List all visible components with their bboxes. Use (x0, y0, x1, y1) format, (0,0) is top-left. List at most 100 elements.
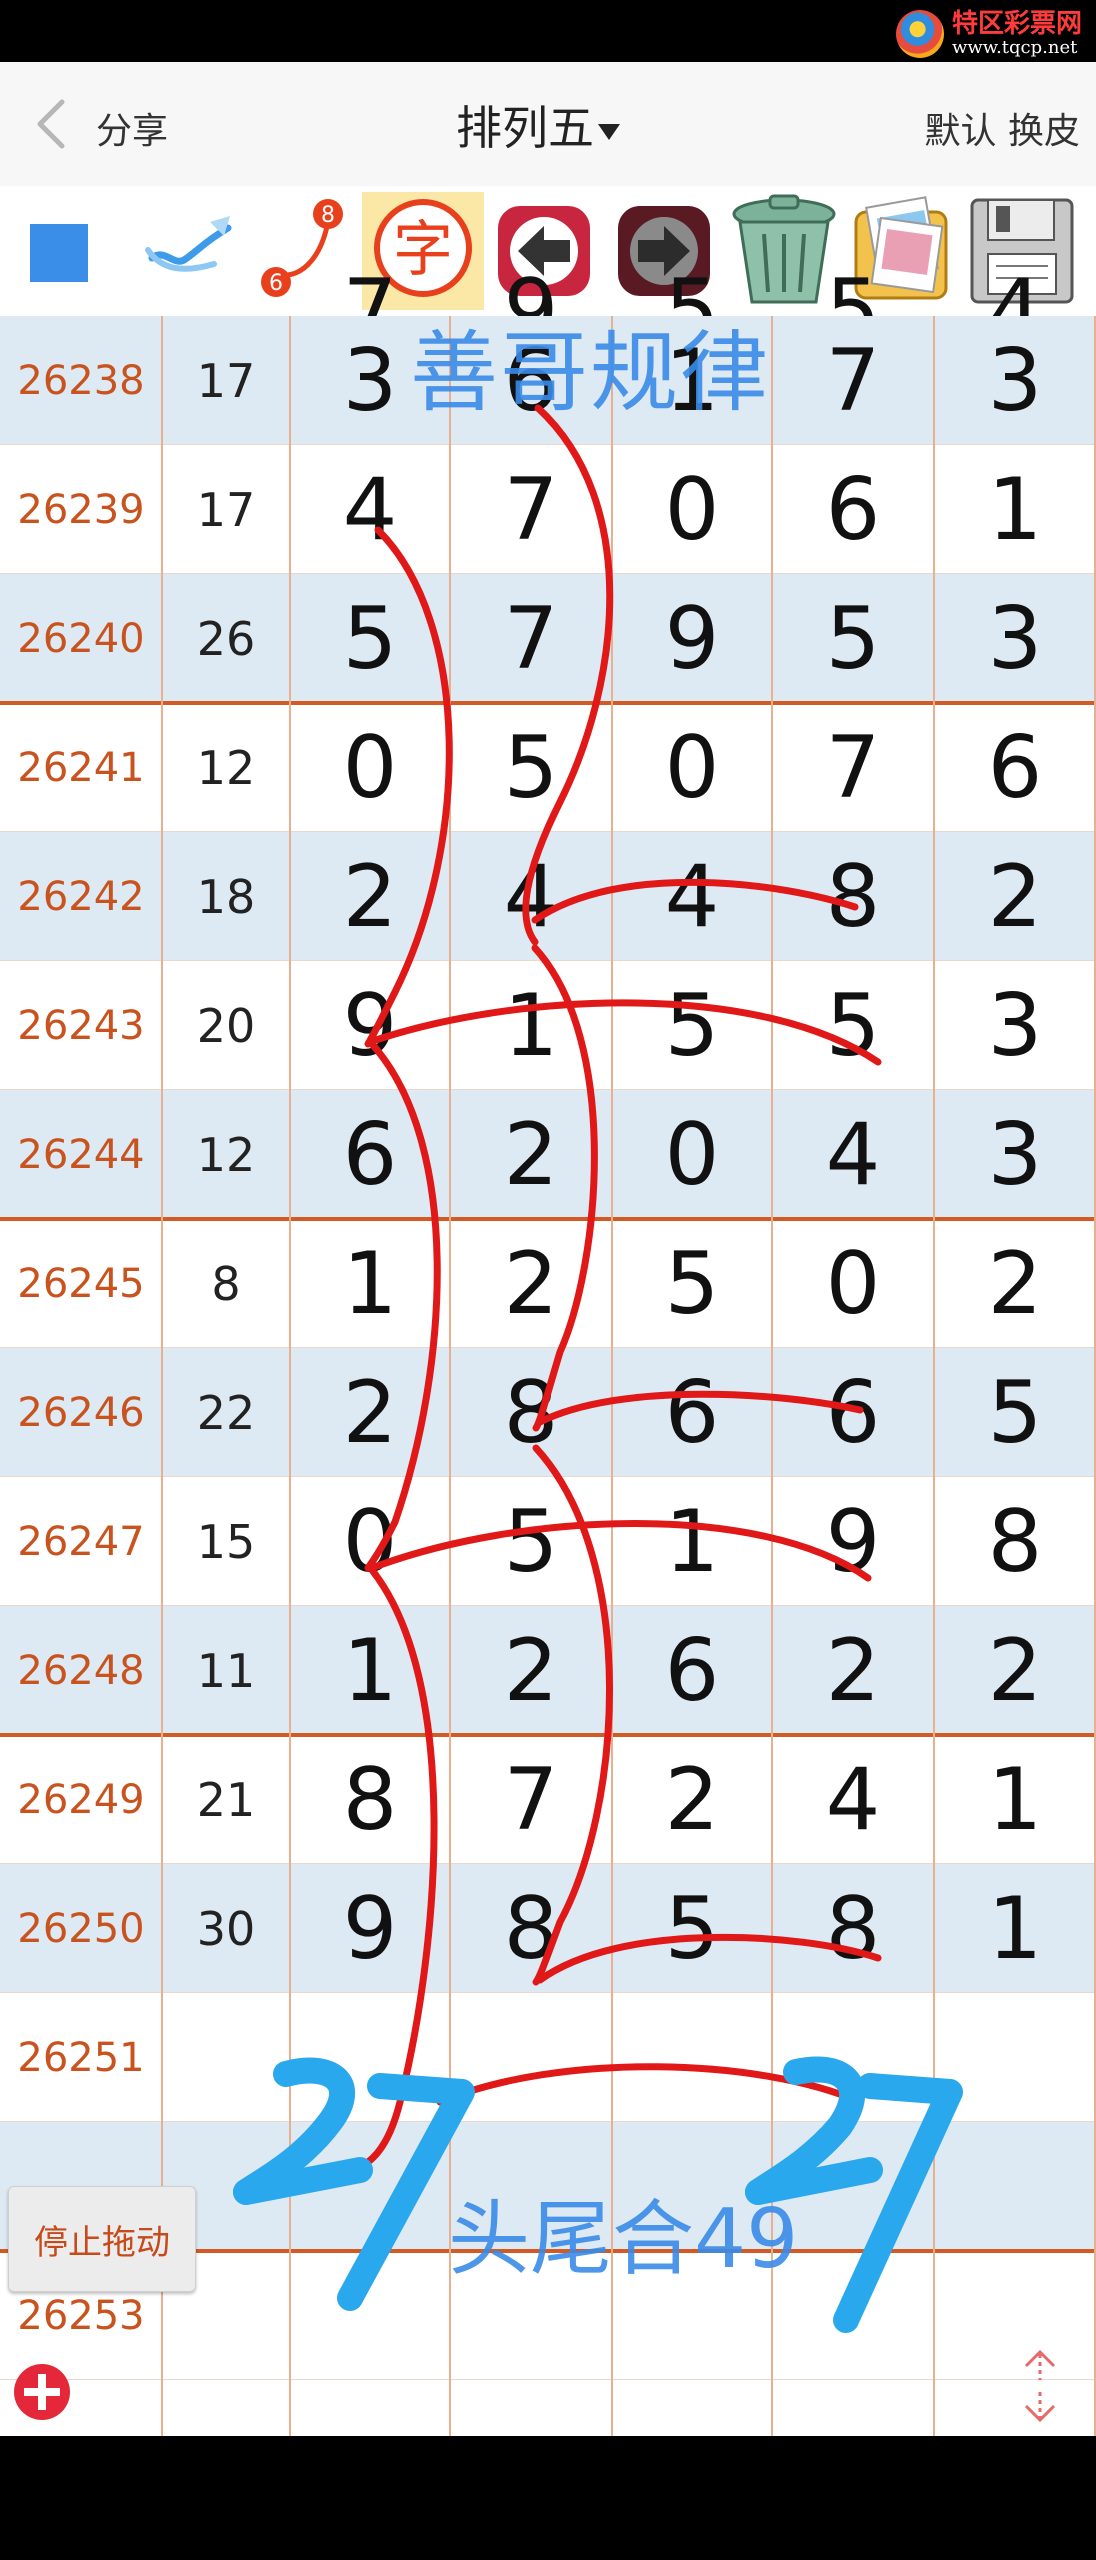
annotation-top-text: 善哥规律 (410, 321, 771, 424)
draw-digit-4: 5 (825, 588, 881, 689)
digit-sum: 8 (211, 1256, 241, 1311)
issue-number: 26242 (17, 873, 145, 920)
column-divider (289, 316, 291, 2436)
draw-digit-3: 4 (664, 846, 720, 947)
table-row: 26246 22 2 8 6 6 5 (0, 1348, 1096, 1477)
digit-sum: 22 (196, 1385, 256, 1440)
bottom-black-bar (0, 2436, 1096, 2560)
digit-sum: 30 (196, 1901, 256, 1956)
draw-digit-4: 2 (825, 1620, 881, 1721)
draw-digit-3: 0 (664, 717, 720, 818)
issue-number: 26249 (17, 1776, 145, 1823)
table-row: 26242 18 2 4 4 8 2 (0, 832, 1096, 961)
digit-sum: 12 (196, 740, 256, 795)
draw-digit-2: 7 (503, 588, 559, 689)
table-row: 26251 (0, 1993, 1096, 2122)
issue-number: 26240 (17, 615, 145, 662)
draw-digit-2 (450, 1993, 612, 2122)
draw-digit-3: 0 (664, 459, 720, 560)
draw-digit-5 (934, 1993, 1096, 2122)
draw-digit-1: 0 (342, 1491, 398, 1592)
draw-digit-5 (934, 2122, 1096, 2251)
draw-digit-2: 8 (503, 1362, 559, 1463)
draw-digit-5: 2 (987, 1620, 1043, 1721)
draw-digit-2: 2 (503, 1620, 559, 1721)
digit-sum: 17 (196, 353, 256, 408)
draw-digit-2: 1 (503, 975, 559, 1076)
draw-digit-5: 8 (987, 1491, 1043, 1592)
draw-digit-3: 5 (664, 1878, 720, 1979)
draw-digit-4: 4 (825, 1104, 881, 1205)
draw-digit-4: 8 (825, 846, 881, 947)
draw-digit-5: 1 (987, 1749, 1043, 1850)
draw-digit-5: 1 (987, 1878, 1043, 1979)
annotation-bottom-text: 头尾合49 (448, 2192, 799, 2287)
draw-digit-1: 2 (342, 1362, 398, 1463)
column-divider (771, 316, 773, 2436)
draw-digit-2: 5 (503, 717, 559, 818)
stop-drag-button[interactable]: 停止拖动 (8, 2186, 196, 2292)
digit-sum: 15 (196, 1514, 256, 1569)
watermark-logo-icon (895, 10, 944, 58)
issue-number: 26241 (17, 744, 145, 791)
table-row: 26245 8 1 2 5 0 2 (0, 1219, 1096, 1348)
draw-digit-4: 7 (825, 330, 881, 431)
digit-sum: 26 (196, 611, 256, 666)
column-divider (161, 316, 163, 2436)
back-chevron-icon[interactable] (32, 98, 72, 150)
table-row: 26248 11 1 2 6 2 2 (0, 1606, 1096, 1735)
issue-number: 26244 (17, 1131, 145, 1178)
draw-digit-3: 2 (664, 1749, 720, 1850)
digit-sum: 21 (196, 1772, 256, 1827)
issue-number: 26243 (17, 1002, 145, 1049)
draw-digit-4: 4 (825, 1749, 881, 1850)
draw-digit-1 (290, 2122, 450, 2251)
draw-digit-3: 0 (664, 1104, 720, 1205)
watermark-site-name: 特区彩票网 (951, 9, 1082, 39)
draw-digit-4: 9 (825, 1491, 881, 1592)
table-row: 26243 20 9 1 5 5 3 (0, 961, 1096, 1090)
skin-switch-button[interactable]: 默认 换皮 (925, 102, 1080, 154)
draw-digit-1: 2 (342, 846, 398, 947)
add-plus-icon[interactable] (12, 2362, 72, 2422)
draw-digit-2: 8 (503, 1878, 559, 1979)
draw-digit-1 (290, 2251, 450, 2380)
column-divider (449, 316, 451, 2436)
digit-sum: 11 (196, 1643, 256, 1698)
share-button[interactable]: 分享 (96, 102, 168, 154)
draw-digit-4: 6 (825, 1362, 881, 1463)
draw-digit-4 (772, 1993, 934, 2122)
table-row: 26241 12 0 5 0 7 6 (0, 703, 1096, 832)
expand-arrows-icon[interactable] (1012, 2346, 1068, 2426)
draw-digit-5: 1 (987, 459, 1043, 560)
page-title: 排列五 (456, 101, 594, 155)
results-table: 7 9 5 5 4 26238 17 3 6 1 7 3 26239 17 4 7 0 6 1 26240 2… (0, 261, 1096, 2436)
issue-number: 26247 (17, 1518, 145, 1565)
digit-sum: 18 (196, 869, 256, 924)
draw-digit-3 (612, 1993, 772, 2122)
draw-digit-1: 9 (342, 975, 398, 1076)
draw-digit-1: 9 (342, 1878, 398, 1979)
draw-digit-2: 7 (503, 459, 559, 560)
draw-digit-3: 6 (664, 1620, 720, 1721)
table-row: 26250 30 9 8 5 8 1 (0, 1864, 1096, 1993)
draw-digit-3: 6 (664, 1362, 720, 1463)
issue-number: 26245 (17, 1260, 145, 1307)
watermark-site-url: www.tqcp.net (951, 37, 1078, 58)
caret-down-icon (598, 123, 620, 140)
lottery-type-dropdown[interactable]: 排列五 (456, 92, 620, 158)
navigation-bar: 分享 排列五 默认 换皮 (0, 62, 1096, 186)
digit-sum: 17 (196, 482, 256, 537)
draw-digit-1: 1 (342, 1620, 398, 1721)
draw-digit-4: 7 (825, 717, 881, 818)
draw-digit-1: 5 (342, 588, 398, 689)
draw-digit-5: 3 (987, 588, 1043, 689)
issue-number: 26248 (17, 1647, 145, 1694)
table-row: 26240 26 5 7 9 5 3 (0, 574, 1096, 703)
issue-number: 26239 (17, 486, 145, 533)
issue-number: 26238 (17, 357, 145, 404)
table-row: 26249 21 8 7 2 4 1 (0, 1735, 1096, 1864)
watermark: 特区彩票网 www.tqcp.net (895, 6, 1082, 62)
draw-digit-2: 2 (503, 1104, 559, 1205)
draw-digit-5: 5 (987, 1362, 1043, 1463)
